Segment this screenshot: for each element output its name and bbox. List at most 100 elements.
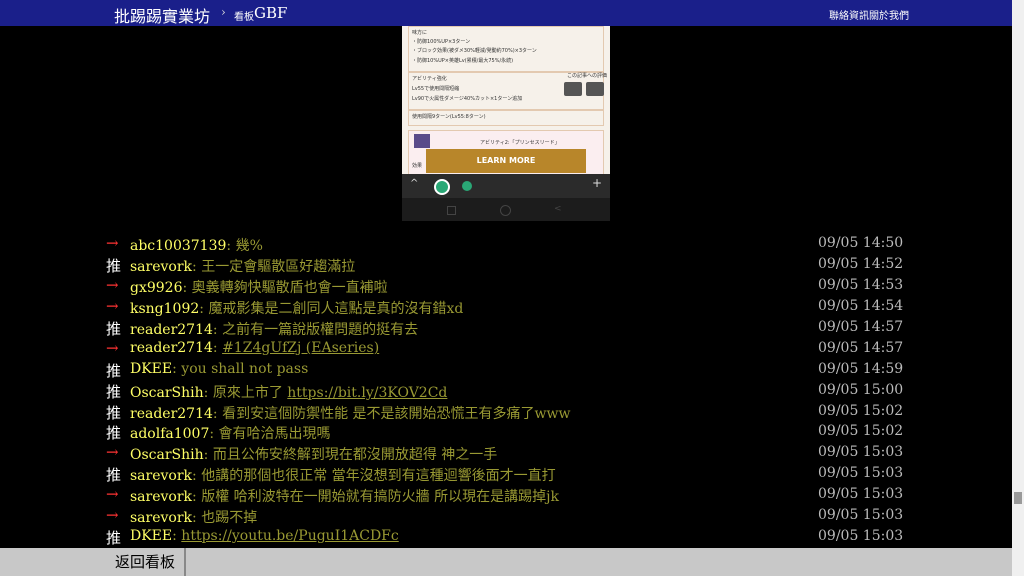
top-navigation-bar: 批踢踢實業坊 › 看板 GBF 聯絡資訊 關於我們 (0, 0, 1012, 26)
image-thumb-up-icon (564, 82, 582, 96)
push-content: : (212, 340, 223, 356)
image-home-icon (500, 205, 511, 216)
push-tag: → (106, 234, 119, 252)
push-user-id: sarevork (130, 510, 193, 526)
board-prefix-label: 看板 (234, 12, 254, 23)
push-row: 推 adolfa1007: 會有哈洽馬出現嗎 09/05 15:02 (0, 422, 1012, 443)
vertical-scrollbar[interactable] (1012, 0, 1024, 576)
push-row: 推 reader2714: 之前有一篇說版權問題的挺有去 09/05 14:57 (0, 318, 1012, 339)
image-phone-nav-bar: < (402, 198, 610, 221)
image-text-line: ・防御100%UP×3ターン (412, 39, 471, 45)
push-row: 推 OscarShih: 原來上市了 https://bit.ly/3KOV2C… (0, 381, 1012, 402)
push-user-id: reader2714 (130, 322, 213, 338)
push-tag: 推 (106, 257, 122, 275)
embedded-screenshot-image: 味方に ・防御100%UP×3ターン ・ブロック効果(被ダメ30%軽減/発動約7… (402, 26, 610, 221)
image-ability-icon (414, 134, 430, 148)
push-tag: 推 (106, 383, 122, 401)
push-link[interactable]: #1Z4gUfZj (EAseries) (222, 340, 379, 356)
push-content: : 之前有一篇說版權問題的挺有去 (212, 322, 419, 338)
push-tag: 推 (106, 529, 122, 547)
site-brand-link[interactable]: 批踢踢實業坊 (114, 3, 210, 27)
push-row: → abc10037139: 幾% 09/05 14:50 (0, 234, 1012, 255)
push-row: → ksng1092: 魔戒影集是二創同人這點是真的沒有錯xd 09/05 14… (0, 297, 1012, 318)
push-content: : 也踢不掉 (192, 510, 258, 526)
image-text-line: Lv90で火属性ダメージ40%カット×1ターン追加 (412, 96, 523, 102)
push-tag: 推 (106, 404, 122, 422)
push-row: 推 reader2714: 看到安這個防禦性能 是不是該開始恐慌王有多痛了www… (0, 402, 1012, 423)
push-tag: → (106, 297, 119, 315)
push-time: 09/05 15:03 (818, 507, 904, 523)
push-time: 09/05 15:03 (818, 444, 904, 460)
push-time: 09/05 15:02 (818, 403, 904, 419)
image-tab-icon (434, 179, 450, 195)
push-tag: → (106, 443, 119, 461)
image-text-line: 味方に (412, 30, 428, 36)
bottom-bar: 返回看板 (0, 548, 1012, 576)
push-content: : 王一定會驅散區好趨滿拉 (192, 259, 356, 275)
push-time: 09/05 14:52 (818, 256, 904, 272)
push-row: → sarevork: 版權 哈利波特在一開始就有搞防火牆 所以現在是講踢掉jk… (0, 485, 1012, 506)
push-time: 09/05 15:03 (818, 465, 904, 481)
push-row: → gx9926: 奧義轉夠快驅散盾也會一直補啦 09/05 14:53 (0, 276, 1012, 297)
push-content: : (172, 528, 182, 544)
image-browser-tab-bar: ^ + (402, 174, 610, 198)
push-content: : 幾% (226, 238, 263, 254)
push-user-id: DKEE (130, 528, 173, 544)
push-user-id: sarevork (130, 259, 193, 275)
image-text-line: ・ブロック効果(被ダメ30%軽減/発動約70%)×3ターン (412, 48, 537, 54)
push-content: : you shall not pass (172, 361, 309, 377)
image-plus-icon: + (592, 176, 603, 190)
push-row: → OscarShih: 而且公佈安終解到現在都沒開放超得 神之一手 09/05… (0, 443, 1012, 464)
push-row: → reader2714: #1Z4gUfZj (EAseries) 09/05… (0, 339, 1012, 360)
push-time: 09/05 14:54 (818, 298, 904, 314)
push-user-id: sarevork (130, 489, 193, 505)
push-row: 推 DKEE: you shall not pass 09/05 14:59 (0, 360, 1012, 381)
push-user-id: OscarShih (130, 447, 204, 463)
about-link[interactable]: 關於我們 (869, 7, 909, 22)
board-name-link[interactable]: GBF (254, 4, 287, 22)
push-time: 09/05 14:50 (818, 235, 904, 251)
push-row: → sarevork: 也踢不掉 09/05 15:03 (0, 506, 1012, 527)
breadcrumb-separator: › (221, 5, 226, 19)
push-tag: 推 (106, 424, 122, 442)
scrollbar-thumb[interactable] (1014, 492, 1022, 504)
push-tag: 推 (106, 466, 122, 484)
push-user-id: gx9926 (130, 280, 183, 296)
push-user-id: ksng1092 (130, 301, 200, 317)
push-link[interactable]: https://bit.ly/3KOV2Cd (287, 385, 447, 401)
image-tab-icon (462, 181, 472, 191)
push-time: 09/05 14:53 (818, 277, 904, 293)
push-user-id: reader2714 (130, 406, 213, 422)
push-user-id: sarevork (130, 468, 193, 484)
push-time: 09/05 14:57 (818, 340, 904, 356)
image-text-line: 効果 (412, 163, 423, 169)
push-user-id: abc10037139 (130, 238, 227, 254)
image-review-label: この記事への評価 (567, 73, 608, 79)
push-content: : 魔戒影集是二創同人這點是真的沒有錯xd (199, 301, 464, 317)
push-time: 09/05 15:02 (818, 423, 904, 439)
image-text-line: Lv55で使用間隔短縮 (412, 86, 460, 92)
contact-link[interactable]: 聯絡資訊 (829, 7, 869, 22)
push-content: : 看到安這個防禦性能 是不是該開始恐慌王有多痛了www (212, 406, 571, 422)
push-content: : 他講的那個也很正常 當年沒想到有這種迴響後面才一直打 (192, 468, 556, 484)
push-tag: → (106, 276, 119, 294)
push-tag: 推 (106, 320, 122, 338)
push-user-id: adolfa1007 (130, 426, 210, 442)
push-tag: → (106, 485, 119, 503)
image-text-line: ・防御10%UP×英雄Lv(累積/最大75%/永続) (412, 58, 514, 64)
push-time: 09/05 14:59 (818, 361, 904, 377)
push-content: : 會有哈洽馬出現嗎 (209, 426, 331, 442)
image-text-line: アビリティ2:「プリンセスリード」 (480, 140, 560, 146)
push-row: 推 sarevork: 他講的那個也很正常 當年沒想到有這種迴響後面才一直打 0… (0, 464, 1012, 485)
push-tag: 推 (106, 362, 122, 380)
push-link[interactable]: https://youtu.be/PuguI1ACDFc (181, 528, 398, 544)
image-text-line: アビリティ強化 (412, 76, 447, 82)
push-row: 推 sarevork: 王一定會驅散區好趨滿拉 09/05 14:52 (0, 255, 1012, 276)
back-to-board-button[interactable]: 返回看板 (106, 548, 186, 576)
push-content: : 原來上市了 (203, 385, 288, 401)
image-chevron-up-icon: ^ (410, 178, 419, 189)
push-tag: → (106, 506, 119, 524)
push-content: : 而且公佈安終解到現在都沒開放超得 神之一手 (203, 447, 498, 463)
push-user-id: reader2714 (130, 340, 213, 356)
image-thumb-down-icon (586, 82, 604, 96)
